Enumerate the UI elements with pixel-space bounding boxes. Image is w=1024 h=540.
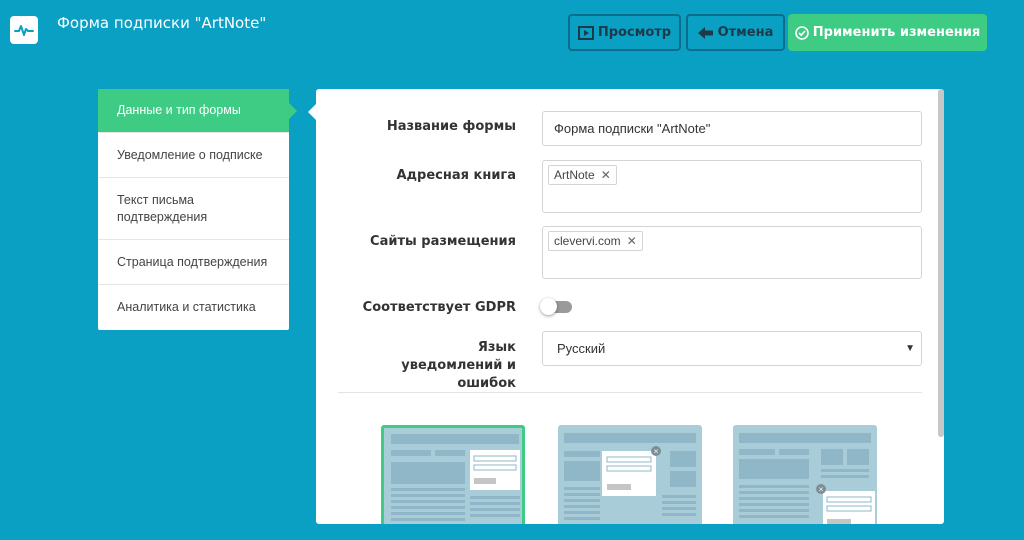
form-type-popup[interactable]: ×	[558, 425, 702, 524]
apply-label: Применить изменения	[812, 25, 981, 40]
form-settings-panel: Название формы Форма подписки "ArtNote" …	[316, 89, 944, 524]
settings-sidebar: Данные и тип формы Уведомление о подписк…	[98, 89, 297, 330]
form-name-value: Форма подписки "ArtNote"	[554, 121, 711, 136]
remove-tag-icon[interactable]: ✕	[627, 234, 637, 248]
cancel-button[interactable]: Отмена	[686, 14, 785, 51]
page-title: Форма подписки "ArtNote"	[57, 14, 267, 32]
tag-label: ArtNote	[554, 168, 595, 182]
site-tag: clevervi.com ✕	[548, 231, 643, 251]
popup-form-illustration: ×	[564, 433, 696, 520]
form-name-label: Название формы	[386, 119, 516, 134]
sidebar-item-confirmation-page[interactable]: Страница подтверждения	[98, 240, 289, 285]
tag-label: clevervi.com	[554, 234, 621, 248]
gdpr-toggle[interactable]	[540, 298, 572, 315]
gdpr-label: Соответствует GDPR	[362, 300, 516, 315]
form-name-input[interactable]: Форма подписки "ArtNote"	[542, 111, 922, 146]
sidebar-item-label: Страница подтверждения	[117, 254, 268, 269]
sites-label: Сайты размещения	[370, 234, 516, 249]
section-divider	[338, 392, 922, 393]
cancel-label: Отмена	[717, 25, 774, 40]
dropdown-arrow-icon: ▼	[905, 342, 915, 354]
arrow-left-icon	[697, 26, 714, 40]
corner-popup-form-illustration: ×	[739, 433, 875, 524]
check-circle-icon	[794, 25, 809, 40]
sidebar-item-label: Уведомление о подписке	[117, 147, 263, 162]
sidebar-item-label: Данные и тип формы	[117, 103, 241, 117]
language-select[interactable]: Русский ▼	[542, 331, 922, 366]
language-label: Язык уведомлений и ошибок	[401, 340, 516, 391]
toggle-knob	[540, 298, 557, 315]
sidebar-item-subscription-notice[interactable]: Уведомление о подписке	[98, 133, 289, 178]
svg-text:×: ×	[818, 486, 824, 494]
apply-changes-button[interactable]: Применить изменения	[788, 14, 987, 51]
panel-pointer	[308, 104, 316, 120]
sidebar-item-label: Аналитика и статистика	[117, 300, 256, 314]
sidebar-item-confirmation-email[interactable]: Текст письма подтверждения	[98, 178, 289, 240]
pulse-icon	[14, 25, 34, 36]
addressbook-tag: ArtNote ✕	[548, 165, 617, 185]
remove-tag-icon[interactable]: ✕	[601, 168, 611, 182]
sidebar-item-analytics[interactable]: Аналитика и статистика	[98, 285, 289, 330]
form-type-corner-popup[interactable]: ×	[733, 425, 877, 524]
sidebar-item-form-data[interactable]: Данные и тип формы	[98, 89, 297, 133]
sidebar-item-label: Текст письма подтверждения	[117, 192, 208, 224]
addressbook-input[interactable]: ArtNote ✕	[542, 160, 922, 213]
form-type-embedded[interactable]	[381, 425, 525, 524]
panel-scrollbar[interactable]	[938, 89, 944, 437]
svg-text:×: ×	[653, 448, 659, 456]
preview-icon	[577, 25, 594, 40]
addressbook-label: Адресная книга	[396, 168, 517, 183]
preview-label: Просмотр	[597, 25, 672, 40]
language-value: Русский	[557, 341, 606, 356]
sites-input[interactable]: clevervi.com ✕	[542, 226, 922, 279]
embedded-form-illustration	[391, 434, 520, 521]
app-logo[interactable]	[10, 16, 38, 44]
preview-button[interactable]: Просмотр	[568, 14, 681, 51]
